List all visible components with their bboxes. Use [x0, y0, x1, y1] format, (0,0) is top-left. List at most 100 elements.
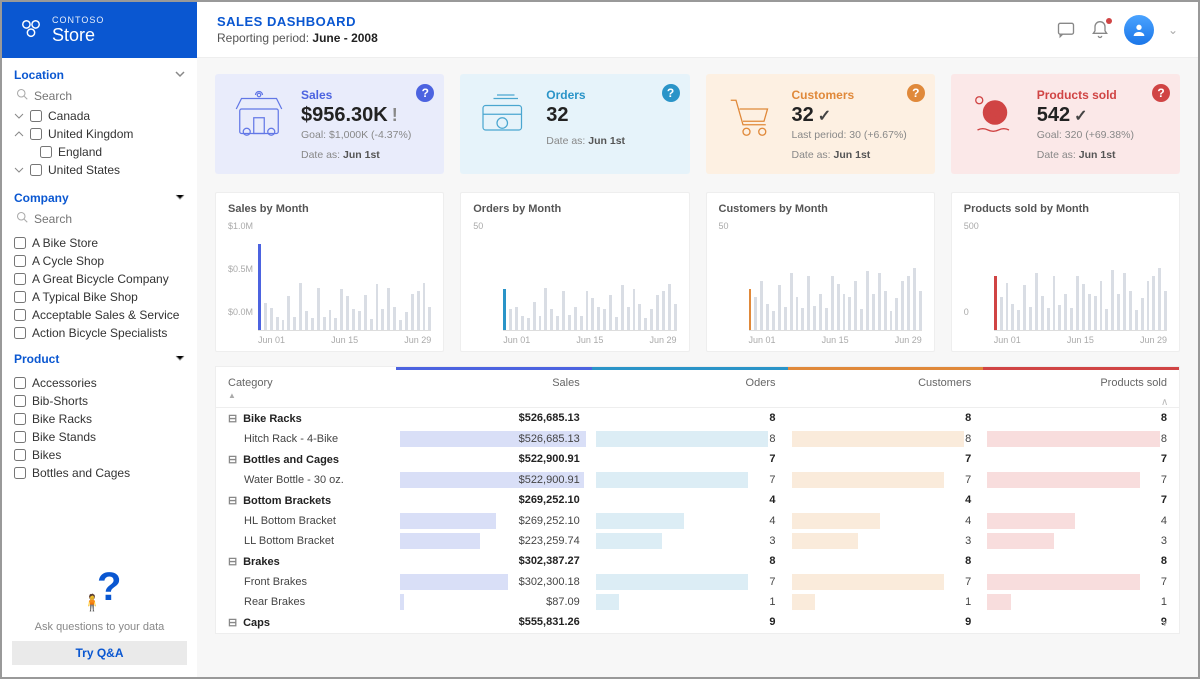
checkbox[interactable]: [14, 309, 26, 321]
chevron-down-icon: [175, 352, 185, 366]
chevron-down-icon[interactable]: ⌄: [1168, 23, 1178, 37]
list-item[interactable]: A Great Bicycle Company: [14, 272, 183, 286]
collapse-icon[interactable]: ⊟: [228, 616, 240, 629]
reporting-period: Reporting period: June - 2008: [217, 31, 1056, 45]
chart-orders[interactable]: Orders by Month 50 Jun 01Jun 15Jun 29: [460, 192, 689, 352]
store-icon: [229, 88, 289, 148]
collapse-icon[interactable]: ⊟: [228, 555, 240, 568]
info-icon[interactable]: ?: [662, 84, 680, 102]
list-item[interactable]: Bike Racks: [14, 412, 183, 426]
brand-company: CONTOSO: [52, 15, 104, 25]
collapse-icon[interactable]: ⊟: [228, 494, 240, 507]
checkbox[interactable]: [14, 327, 26, 339]
checkbox[interactable]: [14, 395, 26, 407]
list-item[interactable]: Bikes: [14, 448, 183, 462]
checkbox[interactable]: [14, 449, 26, 461]
list-item[interactable]: Action Bicycle Specialists: [14, 326, 183, 340]
collapse-icon[interactable]: ⊟: [228, 453, 240, 466]
chevron-down-icon: [14, 165, 24, 175]
company-search-input[interactable]: [34, 212, 185, 226]
th-customers[interactable]: Customers: [788, 367, 984, 407]
category-table: Category▲ Sales Oders Customers Products…: [215, 366, 1180, 634]
info-icon[interactable]: ?: [907, 84, 925, 102]
check-icon: ✓: [1074, 106, 1087, 126]
chevron-down-icon: [175, 191, 185, 205]
bell-icon[interactable]: [1090, 20, 1110, 40]
checkbox[interactable]: [14, 467, 26, 479]
table-row[interactable]: ⊟ Brakes$302,387.27888: [216, 551, 1179, 572]
kpi-card-customers[interactable]: ? Customers 32✓ Last period: 30 (+6.67%)…: [706, 74, 935, 174]
tree-item-uk[interactable]: United Kingdom: [14, 127, 185, 141]
chart-customers[interactable]: Customers by Month 50 Jun 01Jun 15Jun 29: [706, 192, 935, 352]
qa-prompt-text: Ask questions to your data: [12, 621, 187, 633]
checkbox[interactable]: [14, 413, 26, 425]
kpi-card-sales[interactable]: ? Sales $956.30K! Goal: $1,000K (-4.37%)…: [215, 74, 444, 174]
list-item[interactable]: A Cycle Shop: [14, 254, 183, 268]
chat-icon[interactable]: [1056, 20, 1076, 40]
collapse-icon[interactable]: ⊟: [228, 412, 240, 425]
list-item[interactable]: A Typical Bike Shop: [14, 290, 183, 304]
filter-product-header[interactable]: Product: [14, 352, 185, 366]
table-row[interactable]: Rear Brakes$87.09111: [216, 592, 1179, 612]
table-row[interactable]: LL Bottom Bracket$223,259.74333: [216, 531, 1179, 551]
qa-illustration: ? 🧍: [12, 567, 187, 613]
warning-icon: !: [392, 105, 398, 126]
list-item[interactable]: A Bike Store: [14, 236, 183, 250]
th-products[interactable]: Products sold: [983, 367, 1179, 407]
scroll-up-icon[interactable]: ∧: [1161, 397, 1175, 408]
cart-icon: [720, 88, 780, 148]
chevron-down-icon: [14, 111, 24, 121]
list-item[interactable]: Bib-Shorts: [14, 394, 183, 408]
tree-item-us[interactable]: United States: [14, 163, 185, 177]
list-item[interactable]: Bottles and Cages: [14, 466, 183, 480]
check-icon: ✓: [818, 106, 831, 126]
list-item[interactable]: Bike Stands: [14, 430, 183, 444]
checkbox[interactable]: [14, 377, 26, 389]
info-icon[interactable]: ?: [1152, 84, 1170, 102]
list-item[interactable]: Accessories: [14, 376, 183, 390]
checkbox[interactable]: [40, 146, 52, 158]
tree-item-canada[interactable]: Canada: [14, 109, 185, 123]
avatar[interactable]: [1124, 15, 1154, 45]
checkbox[interactable]: [14, 255, 26, 267]
checkbox[interactable]: [14, 431, 26, 443]
kpi-card-orders[interactable]: ? Orders 32 Date as: Jun 1st: [460, 74, 689, 174]
chart-products[interactable]: Products sold by Month 5000 Jun 01Jun 15…: [951, 192, 1180, 352]
table-row[interactable]: ⊟ Bottles and Cages$522,900.91777: [216, 449, 1179, 470]
scroll-down-icon[interactable]: ∨: [1161, 618, 1175, 629]
checkbox[interactable]: [30, 110, 42, 122]
th-sales[interactable]: Sales: [396, 367, 592, 407]
checkbox[interactable]: [30, 164, 42, 176]
th-orders[interactable]: Oders: [592, 367, 788, 407]
location-search-input[interactable]: [34, 89, 185, 103]
chevron-down-icon: [175, 68, 185, 82]
search-icon: [16, 88, 28, 103]
brand-logo-icon: [20, 18, 42, 43]
brand-name: Store: [52, 25, 95, 45]
table-row[interactable]: Hitch Rack - 4-Bike$526,685.13888: [216, 429, 1179, 449]
table-row[interactable]: HL Bottom Bracket$269,252.10444: [216, 511, 1179, 531]
filter-company-header[interactable]: Company: [14, 191, 185, 205]
kpi-card-products[interactable]: ? SALE Products sold 542✓ Goal: 320 (+69…: [951, 74, 1180, 174]
table-row[interactable]: ⊟ Caps$555,831.26999: [216, 612, 1179, 633]
checkbox[interactable]: [30, 128, 42, 140]
checkbox[interactable]: [14, 237, 26, 249]
info-icon[interactable]: ?: [416, 84, 434, 102]
checkbox[interactable]: [14, 273, 26, 285]
sale-badge-icon: SALE: [965, 88, 1025, 148]
th-category[interactable]: Category▲: [216, 367, 396, 407]
tree-item-england[interactable]: England: [14, 145, 185, 159]
checkbox[interactable]: [14, 291, 26, 303]
filter-location-header[interactable]: Location: [14, 68, 185, 82]
chart-sales[interactable]: Sales by Month $1.0M$0.5M$0.0M Jun 01Jun…: [215, 192, 444, 352]
card-icon: [474, 88, 534, 148]
chevron-up-icon: [14, 129, 24, 139]
table-row[interactable]: Water Bottle - 30 oz.$522,900.91777: [216, 470, 1179, 490]
list-item[interactable]: Acceptable Sales & Service: [14, 308, 183, 322]
svg-text:SALE: SALE: [985, 111, 1004, 118]
table-row[interactable]: ⊟ Bottom Brackets$269,252.10447: [216, 490, 1179, 511]
page-title: SALES DASHBOARD: [217, 14, 1056, 29]
table-row[interactable]: Front Brakes$302,300.18777: [216, 572, 1179, 592]
table-row[interactable]: ⊟ Bike Racks$526,685.13888: [216, 408, 1179, 429]
try-qa-button[interactable]: Try Q&A: [12, 641, 187, 665]
